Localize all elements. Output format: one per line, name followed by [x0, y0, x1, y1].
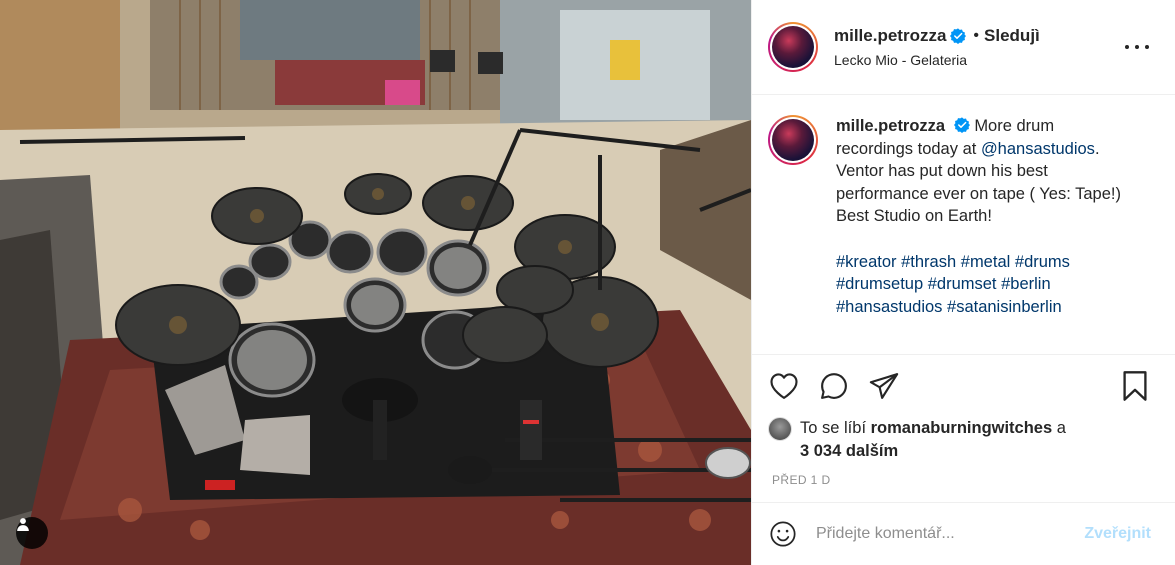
heart-icon[interactable]: [768, 370, 800, 402]
hashtag-link[interactable]: #satanisinberlin: [947, 298, 1062, 316]
location-link[interactable]: Lecko Mio - Gelateria: [834, 52, 1040, 68]
hashtag-link[interactable]: #berlin: [1001, 275, 1051, 293]
hashtag-link[interactable]: #drums: [1015, 253, 1070, 271]
bookmark-icon[interactable]: [1119, 370, 1151, 402]
post-comment-button[interactable]: Zveřejnit: [1084, 525, 1151, 543]
liker-username[interactable]: romanaburningwitches: [871, 419, 1053, 437]
more-options-icon[interactable]: [1125, 39, 1149, 55]
hashtag-link[interactable]: #drumsetup: [836, 275, 923, 293]
hashtag-link[interactable]: #metal: [961, 253, 1011, 271]
user-tags-button[interactable]: [16, 517, 48, 549]
liker-avatar[interactable]: [768, 417, 792, 441]
follow-button[interactable]: Sledujì: [984, 26, 1040, 46]
separator-dot: •: [973, 27, 980, 44]
comment-icon[interactable]: [818, 370, 850, 402]
caption-text: mille.petrozza More drum recordings toda…: [836, 115, 1126, 318]
user-icon: [17, 518, 29, 531]
post-photo[interactable]: [0, 0, 751, 565]
hashtag-link[interactable]: #thrash: [901, 253, 956, 271]
caption-author-avatar[interactable]: [768, 115, 818, 165]
likes-connector: a: [1056, 419, 1066, 437]
verified-badge-icon: [953, 117, 970, 133]
hashtag-link[interactable]: #kreator: [836, 253, 897, 271]
emoji-icon[interactable]: [768, 519, 798, 549]
drum-kit-photo: [0, 0, 751, 565]
add-comment-box: Zveřejnit: [752, 502, 1175, 565]
mention-link[interactable]: @hansastudios: [981, 140, 1095, 158]
paper-plane-icon[interactable]: [868, 370, 900, 402]
likes-prefix: To se líbí: [800, 419, 867, 437]
hashtag-link[interactable]: #drumset: [928, 275, 997, 293]
comment-input[interactable]: [816, 525, 1085, 543]
action-bar: [752, 355, 1175, 417]
hashtag-link[interactable]: #hansastudios: [836, 298, 942, 316]
post-details-panel: mille.petrozza • Sledujì Lecko Mio - Gel…: [751, 0, 1175, 565]
caption: mille.petrozza More drum recordings toda…: [768, 115, 1159, 318]
post-header: mille.petrozza • Sledujì Lecko Mio - Gel…: [752, 0, 1175, 95]
likes-summary: To se líbí romanaburningwitches a 3 034 …: [752, 417, 1175, 463]
author-avatar[interactable]: [768, 22, 818, 72]
comments-section: mille.petrozza More drum recordings toda…: [752, 95, 1175, 355]
likes-count[interactable]: 3 034 dalším: [800, 442, 898, 460]
caption-username[interactable]: mille.petrozza: [836, 117, 945, 135]
verified-badge-icon: [950, 28, 967, 44]
instagram-post: mille.petrozza • Sledujì Lecko Mio - Gel…: [0, 0, 1175, 565]
author-username[interactable]: mille.petrozza: [834, 26, 946, 46]
post-timestamp[interactable]: PŘED 1 D: [752, 463, 1175, 487]
